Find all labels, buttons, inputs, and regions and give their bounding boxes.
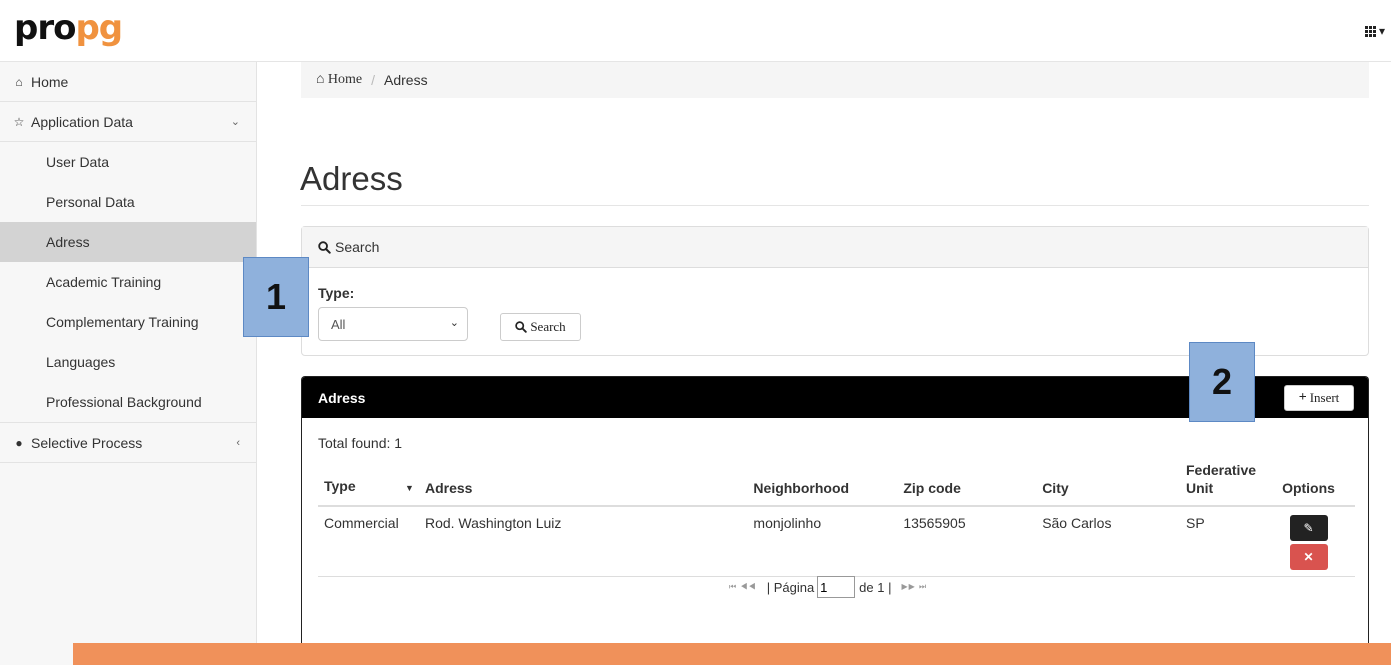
adress-panel-title: Adress [318,389,366,406]
breadcrumb-current: Adress [384,72,428,88]
callout-marker-2: 2 [1189,342,1255,422]
column-header-neighborhood[interactable]: Neighborhood [747,455,898,507]
sidebar-item-label: Application Data [31,113,133,130]
cell-adress: Rod. Washington Luiz [418,506,748,577]
type-select[interactable]: All ⌄ [318,307,468,341]
breadcrumb-separator: / [371,72,376,88]
page-number-input[interactable] [817,576,856,598]
cell-options: ✎ ✕ [1261,506,1355,577]
title-divider [301,205,1369,206]
sidebar: ⌂ Home ☆ Application Data ⌄ User Data Pe… [0,62,257,665]
top-bar: pro pg ▾ [0,0,1391,62]
apps-menu-button[interactable]: ▾ [1364,24,1385,38]
column-header-adress[interactable]: Adress [418,455,748,507]
star-outline-icon: ☆ [13,114,25,129]
breadcrumb-home-link[interactable]: ⌂ Home [316,72,362,88]
search-button-label: Search [530,319,566,334]
search-panel-heading: Search [302,227,1368,268]
callout-marker-1: 1 [243,257,309,337]
adress-table: Type ▼ Adress Neighborhood Zip code City … [318,455,1355,577]
column-header-federative-unit[interactable]: Federative Unit [1179,455,1262,507]
search-button[interactable]: Search [500,313,581,341]
pagination: ⏮ ◀◀ | Página de 1 | ▶▶ ⏭ [729,576,927,598]
propg-logo[interactable]: pro pg [14,8,123,48]
total-found: Total found: 1 [318,435,403,451]
search-panel: Search Type: All ⌄ Search [301,226,1369,356]
sidebar-item-adress[interactable]: Adress [0,222,256,262]
first-prev-page-icons[interactable]: ⏮ ◀◀ [729,582,757,592]
page-title: Adress [300,160,403,197]
cell-zip-code: 13565905 [897,506,1037,577]
chevron-left-icon: ‹ [236,436,240,449]
logo-text-pg: pg [75,8,123,48]
sidebar-item-languages[interactable]: Languages [0,342,256,382]
cell-federative-unit: SP [1179,506,1262,577]
edit-icon: ✎ [1303,521,1314,535]
page-label: | Página [766,579,815,595]
column-header-type[interactable]: Type ▼ [318,455,419,507]
chevron-down-icon: ▾ [1378,24,1385,38]
globe-icon: ● [15,435,23,450]
column-header-zip-code[interactable]: Zip code [897,455,1037,507]
search-icon [318,240,331,254]
table-row: Commercial Rod. Washington Luiz monjolin… [318,506,1355,577]
insert-button-label: Insert [1309,390,1340,405]
cell-neighborhood: monjolinho [747,506,898,577]
grid-icon [1364,25,1376,37]
orange-overlay-bar [73,643,1391,665]
sidebar-item-home[interactable]: ⌂ Home [0,62,256,102]
type-select-value: All [331,316,346,332]
delete-button[interactable]: ✕ [1289,544,1328,570]
sort-caret-icon: ▼ [405,483,414,493]
sidebar-item-professional-background[interactable]: Professional Background [0,382,256,422]
sidebar-submenu: User Data Personal Data Adress Academic … [0,142,256,423]
edit-button[interactable]: ✎ [1289,515,1328,541]
sidebar-item-personal-data[interactable]: Personal Data [0,182,256,222]
search-icon [515,321,528,333]
sidebar-item-complementary-training[interactable]: Complementary Training [0,302,256,342]
breadcrumb-home-label: Home [327,72,363,87]
home-icon: ⌂ [316,72,325,87]
next-last-page-icons[interactable]: ▶▶ ⏭ [901,582,927,592]
sidebar-item-label: Selective Process [31,434,143,451]
type-label: Type: [318,285,355,301]
chevron-down-icon: ⌄ [449,317,459,329]
logo-text-pro: pro [14,8,76,48]
cell-type: Commercial [318,506,419,577]
search-panel-title: Search [335,239,380,255]
chevron-down-icon: ⌄ [230,116,240,128]
sidebar-item-user-data[interactable]: User Data [0,142,256,182]
insert-button[interactable]: + Insert [1284,385,1354,411]
sidebar-item-academic-training[interactable]: Academic Training [0,262,256,302]
home-icon: ⌂ [15,74,23,89]
sidebar-item-application-data[interactable]: ☆ Application Data ⌄ [0,102,256,142]
close-icon: ✕ [1303,550,1314,564]
breadcrumb: ⌂ Home / Adress [301,62,1369,98]
cell-city: São Carlos [1036,506,1180,577]
plus-icon: + [1298,390,1307,405]
table-header-row: Type ▼ Adress Neighborhood Zip code City … [318,455,1355,507]
sidebar-item-selective-process[interactable]: ● Selective Process ‹ [0,423,256,463]
column-header-options: Options [1261,455,1355,507]
page-of-label: de 1 | [859,579,892,595]
column-header-city[interactable]: City [1036,455,1180,507]
sidebar-item-label: Home [31,73,69,90]
